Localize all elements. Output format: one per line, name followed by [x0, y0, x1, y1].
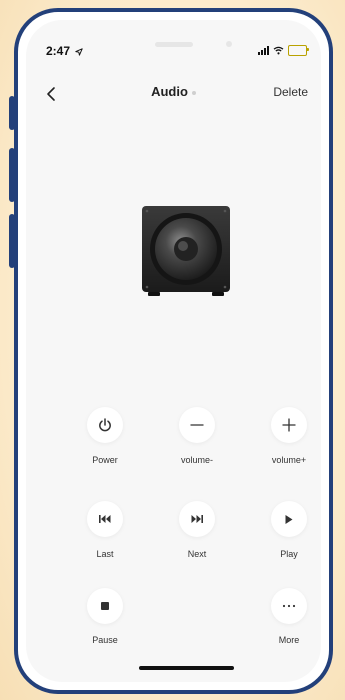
status-time-text: 2:47: [46, 44, 71, 58]
more-icon: [282, 604, 296, 608]
power-label: Power: [92, 455, 118, 465]
play-button[interactable]: [271, 501, 307, 537]
signal-icon: [258, 45, 269, 55]
volume-down-button[interactable]: [179, 407, 215, 443]
more-button[interactable]: [271, 588, 307, 624]
last-button[interactable]: [87, 501, 123, 537]
last-label: Last: [96, 549, 114, 559]
online-status-dot: [191, 90, 196, 95]
home-indicator[interactable]: [139, 666, 234, 670]
delete-button[interactable]: Delete: [273, 85, 308, 99]
minus-icon: [190, 424, 204, 426]
more-label: More: [278, 635, 300, 645]
volume-up-label: volume+: [271, 455, 307, 465]
status-indicators: [258, 44, 309, 56]
play-label: Play: [280, 549, 298, 559]
speaker-grille: [155, 42, 193, 47]
volume-down-label: volume-: [180, 455, 213, 465]
power-icon: [99, 418, 111, 432]
stop-icon: [101, 602, 109, 610]
volume-up-button[interactable]: [271, 407, 307, 443]
status-time: 2:47: [46, 44, 84, 58]
next-button[interactable]: [179, 501, 215, 537]
plus-icon: [282, 418, 296, 432]
phone-frame: 2:47 Audio Delete Power volume- volume+ …: [14, 8, 333, 694]
play-icon: [285, 514, 293, 524]
pause-button[interactable]: [87, 588, 123, 624]
app-screen: 2:47 Audio Delete Power volume- volume+ …: [26, 20, 321, 682]
power-button[interactable]: [87, 407, 123, 443]
next-label: Next: [187, 549, 207, 559]
camera-dot: [226, 41, 232, 47]
location-arrow-icon: [75, 48, 84, 56]
previous-icon: [99, 515, 111, 523]
next-icon: [191, 515, 203, 523]
pause-label: Pause: [92, 635, 118, 645]
page-title-text: Audio: [151, 84, 188, 99]
speaker-image: [142, 206, 230, 296]
wifi-icon: [273, 46, 284, 54]
battery-icon: [288, 44, 309, 56]
